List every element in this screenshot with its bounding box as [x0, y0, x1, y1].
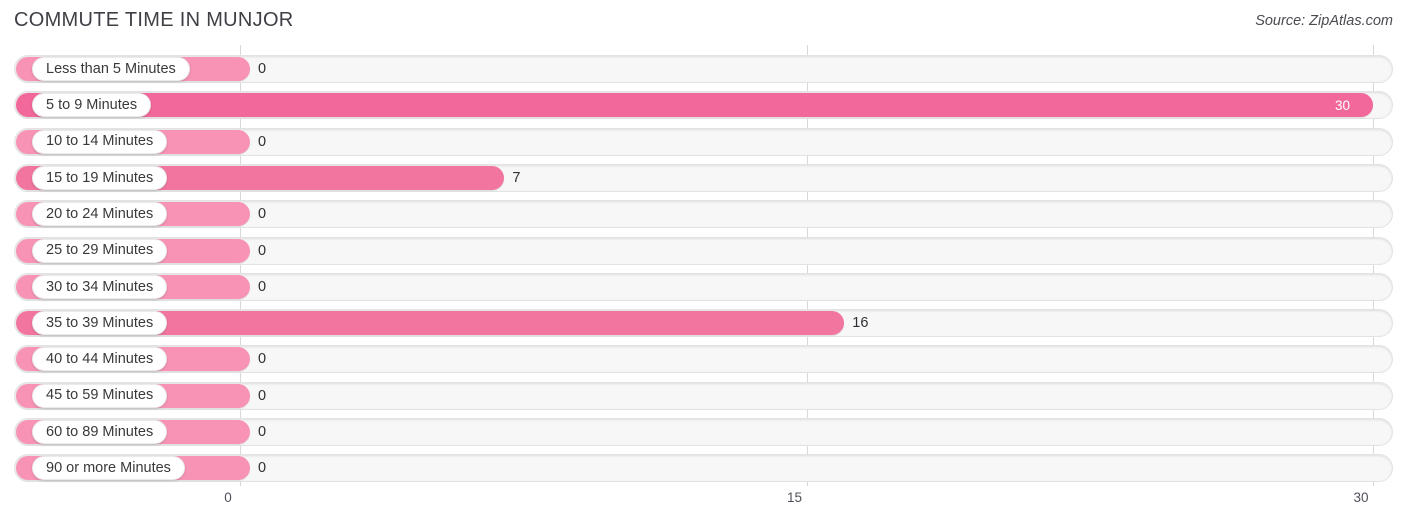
category-label: 45 to 59 Minutes: [46, 387, 154, 404]
category-label: Less than 5 Minutes: [46, 60, 176, 77]
category-label-pill: 15 to 19 Minutes: [32, 165, 168, 190]
axis-tick-label: 15: [786, 490, 803, 505]
bar-row[interactable]: 5 to 9 Minutes 30: [14, 91, 1393, 120]
bar-value-label: 0: [258, 133, 267, 150]
category-label-pill: 40 to 44 Minutes: [32, 347, 168, 372]
bar-value-label: 0: [258, 424, 267, 440]
bar-row[interactable]: 90 or more Minutes 0: [14, 454, 1393, 483]
bar-fill[interactable]: [16, 93, 1373, 118]
axis-tick-label: 0: [224, 490, 232, 505]
category-label-pill: 30 to 34 Minutes: [32, 274, 168, 299]
category-label: 20 to 24 Minutes: [46, 205, 154, 222]
category-label-pill: Less than 5 Minutes: [32, 57, 190, 81]
category-label-pill: 35 to 39 Minutes: [32, 311, 168, 336]
bar-value-label: 0: [258, 206, 267, 223]
bar-row[interactable]: 10 to 14 Minutes 0: [14, 127, 1393, 156]
bar-value-label: 0: [258, 460, 267, 477]
category-label-pill: 20 to 24 Minutes: [32, 202, 168, 227]
bar-rows: Less than 5 Minutes 0 5 to 9 Minutes 30 10 t…: [0, 45, 1406, 486]
category-label: 40 to 44 Minutes: [46, 351, 154, 368]
category-label-pill: 10 to 14 Minutes: [32, 129, 168, 154]
chart-plot-area: Less than 5 Minutes 0 5 to 9 Minutes 30 10 t…: [0, 45, 1406, 486]
bar-value-label: 0: [258, 278, 267, 295]
bar-row[interactable]: 25 to 29 Minutes 0: [14, 236, 1393, 265]
bar-row[interactable]: 20 to 24 Minutes 0: [14, 200, 1393, 229]
category-label-pill: 25 to 29 Minutes: [32, 238, 168, 263]
bar-value-label: 0: [258, 242, 267, 259]
category-label-pill: 5 to 9 Minutes: [32, 93, 152, 118]
category-label-pill: 90 or more Minutes: [32, 456, 185, 481]
category-label: 35 to 39 Minutes: [46, 314, 154, 331]
bar-value-label: 0: [258, 351, 267, 368]
bar-value-label: 16: [852, 315, 869, 332]
category-label-pill: 45 to 59 Minutes: [32, 383, 168, 408]
source-attribution: Source: ZipAtlas.com: [1255, 13, 1393, 29]
bar-row[interactable]: 30 to 34 Minutes 0: [14, 272, 1393, 301]
chart-header: COMMUTE TIME IN MUNJOR Source: ZipAtlas.…: [0, 0, 1406, 45]
category-label: 25 to 29 Minutes: [46, 242, 154, 259]
bar-row[interactable]: 35 to 39 Minutes 16: [14, 309, 1393, 338]
category-label: 90 or more Minutes: [46, 460, 171, 477]
bar-value-label: 30: [1335, 97, 1351, 113]
x-axis: 0 15 30: [0, 486, 1406, 523]
page-title: COMMUTE TIME IN MUNJOR: [14, 9, 294, 31]
bar-row[interactable]: 15 to 19 Minutes 7: [14, 163, 1393, 192]
bar-value-label: 7: [512, 169, 521, 186]
category-label-pill: 60 to 89 Minutes: [32, 420, 168, 444]
bar-row[interactable]: 45 to 59 Minutes 0: [14, 381, 1393, 410]
category-label: 15 to 19 Minutes: [46, 169, 154, 186]
bar-value-label: 0: [258, 61, 267, 77]
category-label: 60 to 89 Minutes: [46, 423, 154, 440]
axis-tick-label: 30: [1353, 490, 1369, 505]
category-label: 5 to 9 Minutes: [46, 97, 138, 114]
bar-row[interactable]: 40 to 44 Minutes 0: [14, 345, 1393, 374]
bar-value-label: 0: [258, 387, 267, 404]
category-label: 30 to 34 Minutes: [46, 278, 154, 295]
bar-row[interactable]: 60 to 89 Minutes 0: [14, 418, 1393, 446]
category-label: 10 to 14 Minutes: [46, 133, 154, 150]
bar-row[interactable]: Less than 5 Minutes 0: [14, 55, 1393, 83]
